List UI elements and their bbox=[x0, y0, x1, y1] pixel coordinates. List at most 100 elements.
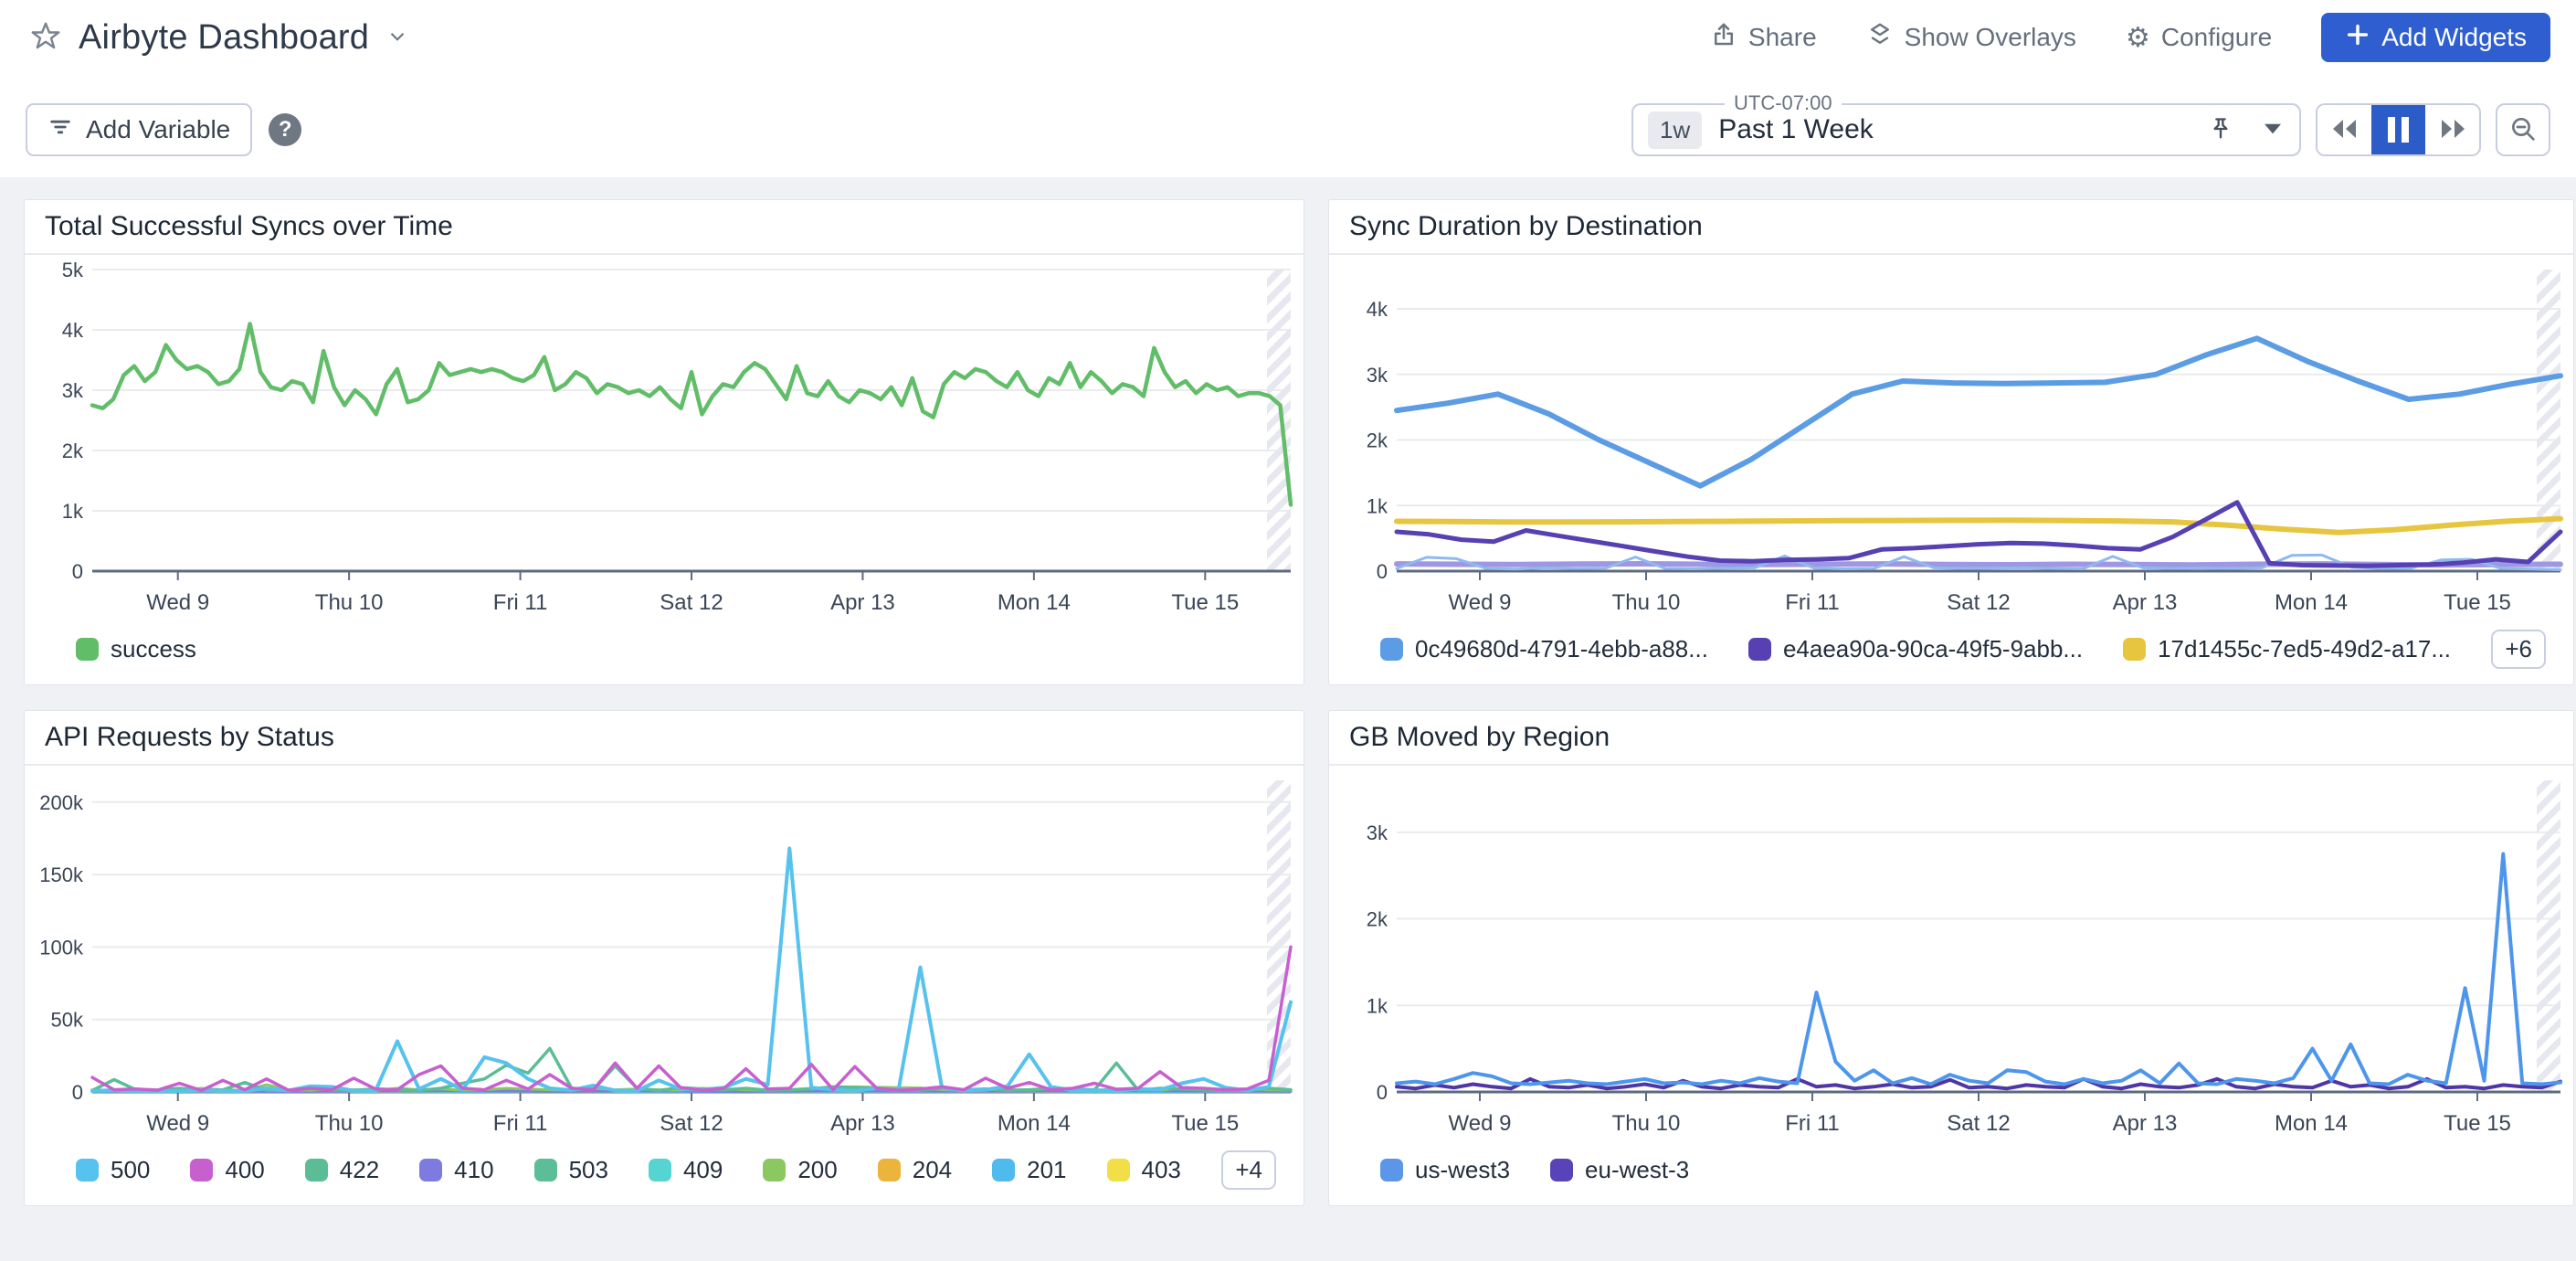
legend-item[interactable]: 204 bbox=[878, 1156, 952, 1184]
add-variable-label: Add Variable bbox=[86, 115, 230, 144]
legend-item[interactable]: us-west3 bbox=[1380, 1156, 1510, 1184]
api-requests-chart[interactable]: 050k100k150k200kWed 9Thu 10Fri 11Sat 12A… bbox=[25, 766, 1304, 1143]
y-axis-label: 3k bbox=[1367, 821, 1388, 844]
incomplete-data-hatch bbox=[2537, 780, 2560, 1092]
x-axis-label: Tue 15 bbox=[2444, 590, 2511, 615]
legend-overflow-button[interactable]: +4 bbox=[1221, 1150, 1276, 1190]
add-widgets-label: Add Widgets bbox=[2381, 23, 2527, 52]
legend-swatch bbox=[992, 1159, 1015, 1182]
x-axis-label: Apr 13 bbox=[2113, 590, 2178, 615]
legend-swatch bbox=[419, 1159, 442, 1182]
legend-item[interactable]: 500 bbox=[76, 1156, 150, 1184]
y-axis-label: 50k bbox=[51, 1009, 84, 1032]
rewind-button[interactable] bbox=[2317, 105, 2371, 154]
timezone-label: UTC-07:00 bbox=[1725, 91, 1842, 115]
share-button[interactable]: Share bbox=[1710, 21, 1817, 55]
legend-item[interactable]: 201 bbox=[992, 1156, 1066, 1184]
widget-header[interactable]: GB Moved by Region bbox=[1329, 711, 2573, 766]
legend-item[interactable]: 422 bbox=[305, 1156, 379, 1184]
legend-swatch bbox=[76, 638, 99, 661]
configure-button[interactable]: ⚙ Configure bbox=[2126, 22, 2272, 54]
legend-item[interactable]: 400 bbox=[190, 1156, 264, 1184]
x-axis-label: Mon 14 bbox=[2275, 1111, 2348, 1136]
legend-swatch bbox=[1380, 1159, 1403, 1182]
x-axis-label: Wed 9 bbox=[146, 1111, 209, 1136]
help-button[interactable]: ? bbox=[269, 113, 301, 146]
legend-swatch bbox=[1550, 1159, 1573, 1182]
configure-label: Configure bbox=[2161, 23, 2272, 52]
show-overlays-label: Show Overlays bbox=[1905, 23, 2076, 52]
legend-item[interactable]: 503 bbox=[534, 1156, 608, 1184]
dashboard-grid: Total Successful Syncs over Time 0 1k 2k 3k… bbox=[0, 177, 2576, 1206]
x-axis-label: Wed 9 bbox=[1449, 590, 1512, 615]
gb-moved-chart[interactable]: 01k2k3kWed 9Thu 10Fri 11Sat 12Apr 13Mon … bbox=[1329, 766, 2573, 1143]
filter-icon bbox=[48, 114, 73, 146]
add-variable-button[interactable]: Add Variable bbox=[26, 103, 252, 156]
y-axis-label: 2k bbox=[1367, 429, 1388, 452]
fast-forward-button[interactable] bbox=[2425, 105, 2479, 154]
time-range-badge: 1w bbox=[1648, 111, 1702, 149]
y-axis-label: 0 bbox=[72, 1081, 83, 1104]
x-axis-label: Sat 12 bbox=[1947, 590, 2010, 615]
x-axis-label: Fri 11 bbox=[1785, 590, 1840, 615]
y-axis-label: 1k bbox=[62, 500, 84, 523]
widget-header[interactable]: Sync Duration by Destination bbox=[1329, 200, 2573, 255]
y-axis-label: 1k bbox=[1367, 494, 1388, 517]
chart-svg: 050k100k150k200kWed 9Thu 10Fri 11Sat 12A… bbox=[25, 766, 1304, 1143]
series-line-17d1455c-7ed5-49d2-a17... bbox=[1397, 519, 2560, 533]
legend-label: 503 bbox=[569, 1156, 608, 1184]
y-axis-label: 100k bbox=[39, 936, 84, 959]
sync-duration-chart[interactable]: 01k2k3k4kWed 9Thu 10Fri 11Sat 12Apr 13Mo… bbox=[1329, 255, 2573, 622]
legend-item[interactable]: success bbox=[76, 635, 196, 663]
caret-down-icon bbox=[2265, 123, 2281, 137]
x-axis-label: Sat 12 bbox=[660, 590, 723, 615]
x-axis-label: Apr 13 bbox=[2113, 1111, 2178, 1136]
playback-controls bbox=[2316, 103, 2481, 156]
legend-overflow-button[interactable]: +6 bbox=[2491, 630, 2546, 669]
legend-label: us-west3 bbox=[1415, 1156, 1510, 1184]
legend-swatch bbox=[763, 1159, 786, 1182]
x-axis-label: Mon 14 bbox=[998, 1111, 1071, 1136]
pause-button[interactable] bbox=[2371, 105, 2425, 154]
legend-item[interactable]: 410 bbox=[419, 1156, 493, 1184]
plus-icon bbox=[2345, 22, 2370, 54]
legend-label: 400 bbox=[225, 1156, 264, 1184]
legend-label: 201 bbox=[1027, 1156, 1066, 1184]
zoom-out-button[interactable] bbox=[2496, 103, 2550, 156]
y-axis-label: 4k bbox=[1367, 298, 1388, 321]
widget-header[interactable]: API Requests by Status bbox=[25, 711, 1304, 766]
pin-time-button[interactable] bbox=[2204, 112, 2237, 148]
incomplete-data-hatch bbox=[1267, 270, 1291, 571]
show-overlays-button[interactable]: Show Overlays bbox=[1866, 21, 2076, 55]
series-line-success bbox=[92, 323, 1291, 504]
favorite-star-button[interactable] bbox=[26, 16, 66, 59]
legend-item[interactable]: 17d1455c-7ed5-49d2-a17... bbox=[2123, 635, 2451, 663]
y-axis-label: 4k bbox=[62, 319, 84, 342]
total-successful-syncs-chart[interactable]: 01k2k3k4k5kWed 9Thu 10Fri 11Sat 12Apr 13… bbox=[25, 255, 1304, 622]
x-axis-label: Apr 13 bbox=[830, 1111, 895, 1136]
legend-item[interactable]: e4aea90a-90ca-49f5-9abb... bbox=[1748, 635, 2083, 663]
time-range-dropdown-button[interactable] bbox=[2261, 120, 2285, 141]
y-axis-label: 2k bbox=[1367, 908, 1388, 931]
widget-api-requests-by-status: API Requests by Status 050k100k150k200kW… bbox=[24, 710, 1304, 1206]
chart-svg: 01k2k3kWed 9Thu 10Fri 11Sat 12Apr 13Mon … bbox=[1329, 766, 2573, 1143]
y-axis-label: 0 bbox=[1377, 560, 1388, 583]
share-icon bbox=[1710, 21, 1737, 55]
legend-item[interactable]: 0c49680d-4791-4ebb-a88... bbox=[1380, 635, 1708, 663]
series-line-500 bbox=[92, 849, 1291, 1092]
fast-forward-icon bbox=[2439, 118, 2466, 143]
legend-label: success bbox=[111, 635, 196, 663]
legend-item[interactable]: 200 bbox=[763, 1156, 837, 1184]
time-range-picker[interactable]: UTC-07:00 1w Past 1 Week bbox=[1631, 103, 2301, 156]
legend-item[interactable]: 409 bbox=[649, 1156, 723, 1184]
series-line-0c49680d-4791-4ebb-a88... bbox=[1397, 338, 2560, 485]
dashboard-menu-button[interactable] bbox=[382, 21, 413, 55]
legend-item[interactable]: 403 bbox=[1107, 1156, 1181, 1184]
add-widgets-button[interactable]: Add Widgets bbox=[2321, 13, 2550, 62]
y-axis-label: 2k bbox=[62, 440, 84, 462]
widget-header[interactable]: Total Successful Syncs over Time bbox=[25, 200, 1304, 255]
series-line-422 bbox=[92, 1048, 1291, 1090]
x-axis-label: Apr 13 bbox=[830, 590, 895, 615]
x-axis-label: Fri 11 bbox=[1785, 1111, 1840, 1136]
legend-item[interactable]: eu-west-3 bbox=[1550, 1156, 1689, 1184]
